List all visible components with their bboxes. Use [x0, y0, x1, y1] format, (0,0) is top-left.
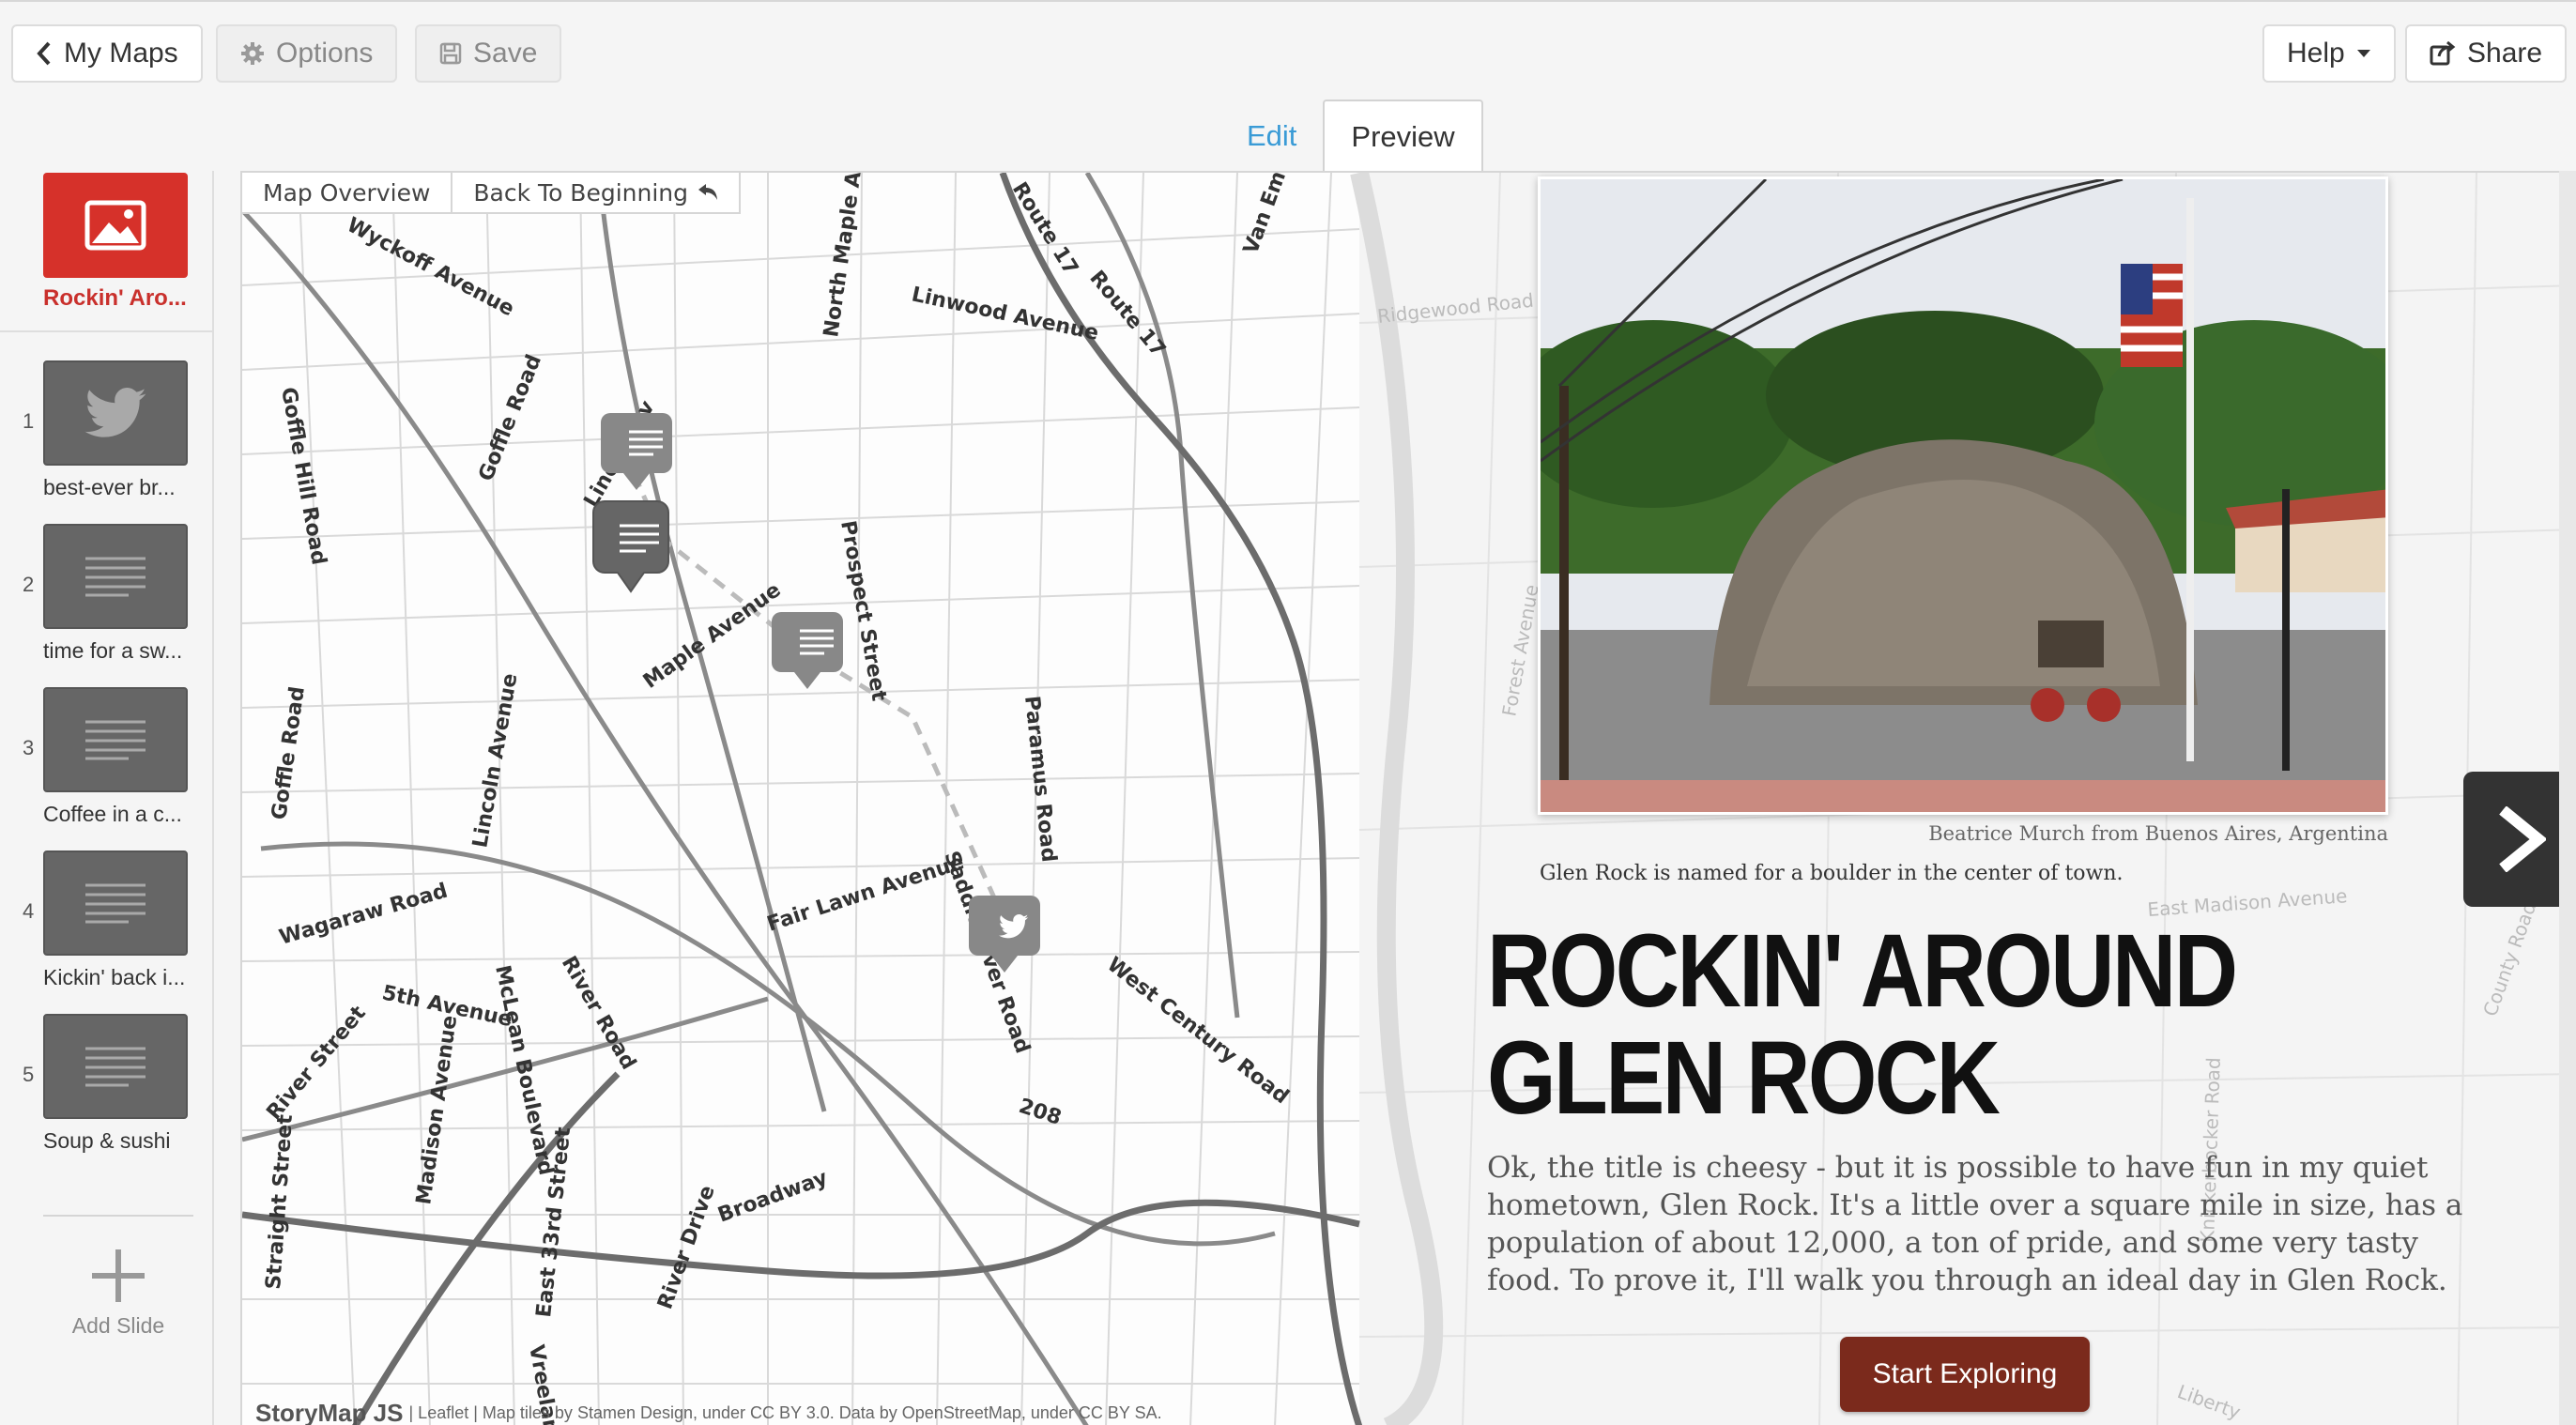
share-label: Share — [2467, 38, 2543, 69]
options-label: Options — [276, 38, 374, 69]
text-lines-icon — [85, 557, 146, 597]
my-maps-label: My Maps — [64, 38, 178, 69]
attribution-text: | Leaflet | Map tiles by Stamen Design, … — [408, 1402, 1162, 1422]
chevron-right-icon — [2499, 806, 2546, 872]
slide-thumbnail[interactable] — [43, 360, 188, 466]
help-label: Help — [2287, 38, 2345, 69]
storymap-brand[interactable]: StoryMap JS — [255, 1399, 404, 1425]
editor-tabs: Edit Preview — [1220, 100, 1483, 173]
twitter-icon — [84, 388, 146, 437]
slide-number: 5 — [23, 1063, 35, 1086]
tab-preview[interactable]: Preview — [1323, 100, 1483, 173]
back-to-beginning-button[interactable]: Back To Beginning — [451, 173, 739, 212]
text-lines-icon — [85, 1047, 146, 1087]
save-label: Save — [473, 38, 538, 69]
help-dropdown-button[interactable]: Help — [2262, 24, 2396, 83]
sidebar-slide-3[interactable]: 3 Coffee in a c... — [0, 687, 212, 847]
cover-slide-label: Rockin' Aro... — [43, 285, 187, 311]
plus-icon — [92, 1249, 145, 1302]
start-exploring-button[interactable]: Start Exploring — [1840, 1337, 2090, 1412]
map-overview-label: Map Overview — [263, 178, 431, 207]
caret-down-icon — [2356, 50, 2370, 57]
gear-icon — [241, 42, 264, 65]
slide-description: Ok, the title is cheesy - but it is poss… — [1487, 1151, 2463, 1297]
slide-label: Coffee in a c... — [43, 802, 182, 826]
slide-label: Kickin' back i... — [43, 965, 186, 989]
slide-photo — [1538, 176, 2388, 815]
sidebar-slide-4[interactable]: 4 Kickin' back i... — [0, 850, 212, 1010]
slide-sidebar: Rockin' Aro... 1 best-ever br... 2 time … — [0, 171, 214, 1425]
sidebar-slide-1[interactable]: 1 best-ever br... — [0, 360, 212, 520]
photo-caption: Glen Rock is named for a boulder in the … — [1540, 862, 2124, 885]
map-attribution: StoryMap JS | Leaflet | Map tiles by Sta… — [242, 1399, 1369, 1425]
slide-label: time for a sw... — [43, 638, 183, 663]
slide-thumbnail[interactable] — [43, 850, 188, 956]
slide-thumbnail[interactable] — [43, 1014, 188, 1119]
floppy-disk-icon — [439, 42, 462, 65]
sidebar-divider — [43, 1215, 193, 1217]
photo-credit: Beatrice Murch from Buenos Aires, Argent… — [1928, 822, 2388, 845]
share-button[interactable]: Share — [2405, 24, 2568, 83]
save-button[interactable]: Save — [415, 24, 562, 83]
sidebar-slide-5[interactable]: 5 Soup & sushi — [0, 1014, 212, 1173]
back-to-beginning-label: Back To Beginning — [473, 178, 689, 207]
chevron-left-icon — [37, 41, 51, 66]
map-overview-button[interactable]: Map Overview — [242, 173, 451, 212]
slide-number: 2 — [23, 573, 35, 596]
add-slide-button[interactable]: Add Slide — [43, 1241, 193, 1344]
reply-arrow-icon — [698, 184, 718, 200]
add-slide-label: Add Slide — [71, 1312, 165, 1338]
slide-title: ROCKIN' AROUND GLEN ROCK — [1487, 913, 2238, 1136]
tab-edit[interactable]: Edit — [1220, 100, 1323, 173]
top-toolbar: My Maps Options Save Help Share Edit Pre… — [0, 0, 2576, 173]
sidebar-slide-2[interactable]: 2 time for a sw... — [0, 524, 212, 683]
slide-number: 1 — [23, 409, 35, 433]
slide-number: 4 — [23, 899, 35, 923]
text-lines-icon — [85, 883, 146, 924]
options-button[interactable]: Options — [216, 24, 398, 83]
slide-number: 3 — [23, 736, 35, 759]
boulder-photo — [1541, 179, 2385, 812]
slide-label: Soup & sushi — [43, 1128, 171, 1153]
slide-label: best-ever br... — [43, 475, 176, 499]
share-icon — [2430, 41, 2456, 66]
my-maps-button[interactable]: My Maps — [11, 24, 203, 83]
text-lines-icon — [85, 720, 146, 760]
map-controls: Map Overview Back To Beginning — [242, 173, 742, 214]
slide-thumbnail[interactable] — [43, 687, 188, 792]
cover-slide[interactable]: Rockin' Aro... — [0, 171, 212, 332]
image-icon — [84, 200, 146, 251]
page-scrollbar[interactable] — [2559, 171, 2576, 1425]
slide-thumbnail[interactable] — [43, 524, 188, 629]
cover-slide-thumbnail[interactable] — [43, 173, 188, 278]
storymap-stage: Wyckoff Avenue Goffle Road Goffle Hill R… — [240, 171, 2576, 1425]
